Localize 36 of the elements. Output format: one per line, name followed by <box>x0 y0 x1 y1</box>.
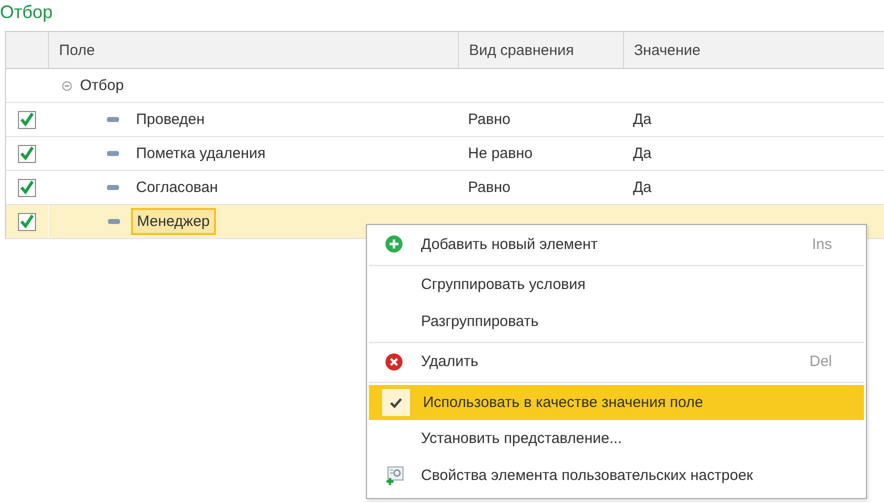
checkbox[interactable] <box>18 178 36 196</box>
menu-item[interactable]: Использовать в качестве значения поле <box>369 385 864 420</box>
column-header[interactable]: Значение <box>623 32 884 68</box>
value-cell: Да <box>633 179 652 196</box>
comparison-cell: Равно <box>468 179 510 196</box>
column-header[interactable]: Вид сравнения <box>458 32 623 68</box>
field-name: Проведен <box>135 110 206 130</box>
comparison-cell: Не равно <box>468 145 533 162</box>
panel-title: Отбор <box>0 1 54 24</box>
item-dash-icon <box>107 185 119 190</box>
field-name: Менеджер <box>131 208 216 235</box>
delete-icon <box>385 352 403 370</box>
table-row[interactable]: Пометка удаления Не равно Да <box>6 137 884 171</box>
field-name: Согласован <box>135 178 219 198</box>
menu-item[interactable]: Установить представление... <box>367 420 866 457</box>
group-label: Отбор <box>80 77 124 94</box>
menu-item[interactable]: Удалить Del <box>367 343 866 380</box>
field-name: Пометка удаления <box>135 144 267 164</box>
value-cell: Да <box>633 111 652 128</box>
menu-item[interactable]: Свойства элемента пользовательских настроек <box>367 457 866 494</box>
collapse-icon[interactable] <box>62 80 72 90</box>
menu-item[interactable]: Разгруппировать <box>367 303 866 340</box>
comparison-cell: Равно <box>468 111 510 128</box>
add-icon <box>385 235 403 253</box>
item-dash-icon <box>107 151 119 156</box>
checkbox[interactable] <box>18 144 36 162</box>
column-header[interactable]: Поле <box>48 32 458 68</box>
item-dash-icon <box>107 117 119 122</box>
settings-icon <box>385 466 405 486</box>
checkbox[interactable] <box>18 110 36 128</box>
value-cell: Да <box>633 145 652 162</box>
menu-item[interactable]: Сгруппировать условия <box>367 266 866 303</box>
checkbox[interactable] <box>18 212 36 230</box>
table-row[interactable]: Проведен Равно Да <box>6 103 884 137</box>
shortcut-label: Del <box>809 353 832 370</box>
item-dash-icon <box>108 219 120 224</box>
